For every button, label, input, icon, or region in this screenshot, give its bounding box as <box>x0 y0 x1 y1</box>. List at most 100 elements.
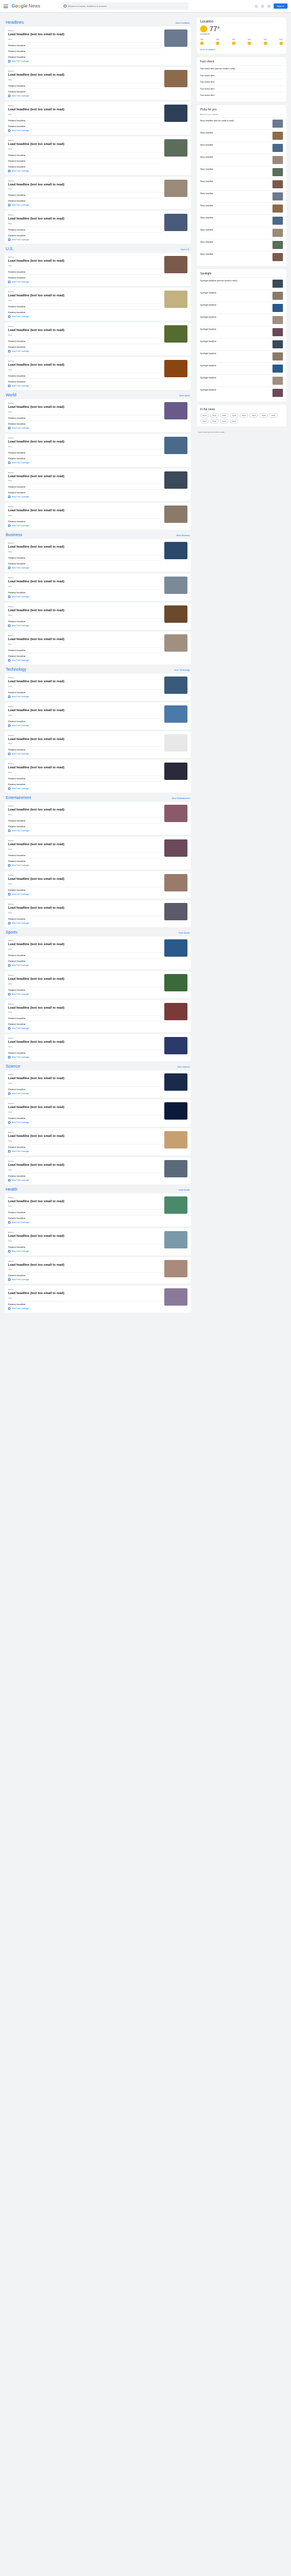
story-thumbnail[interactable] <box>164 734 187 752</box>
story-thumbnail[interactable] <box>164 436 187 454</box>
story-source[interactable]: Source <box>8 734 161 737</box>
story-headline[interactable]: Lead headline (text too small to read) <box>8 1235 161 1239</box>
full-coverage-link[interactable]: View Full Coverage <box>8 1278 161 1281</box>
story-source[interactable]: Source <box>8 839 161 842</box>
related-headline[interactable]: Related headline <box>8 491 161 494</box>
panel-item-headline[interactable]: Fact check item (text too small to read) <box>200 68 283 70</box>
story-thumbnail[interactable] <box>164 874 187 891</box>
related-headline[interactable]: Related headline <box>8 1146 161 1148</box>
story-headline[interactable]: Lead headline (text too small to read) <box>8 609 161 613</box>
panel-item-headline[interactable]: Story headline <box>200 253 271 261</box>
story-source[interactable]: Source <box>8 471 161 474</box>
panel-item-thumbnail[interactable] <box>272 328 283 336</box>
story-source[interactable]: Source <box>8 903 161 905</box>
panel-item-thumbnail[interactable] <box>272 352 283 360</box>
panel-item[interactable]: Spotlight headline <box>200 362 283 374</box>
story-source[interactable]: Source <box>8 139 161 142</box>
story-headline[interactable]: Lead headline (text too small to read) <box>8 977 161 982</box>
panel-item-thumbnail[interactable] <box>272 228 283 237</box>
full-coverage-link[interactable]: View Full Coverage <box>8 1221 161 1224</box>
story-source[interactable]: Source <box>8 325 161 328</box>
story-headline[interactable]: Lead headline (text too small to read) <box>8 1040 161 1044</box>
full-coverage-link[interactable]: View Full Coverage <box>8 169 161 172</box>
topic-chip[interactable]: Topic <box>240 412 249 418</box>
related-headline[interactable]: Related headline <box>8 457 161 460</box>
story-thumbnail[interactable] <box>164 1131 187 1148</box>
panel-item-headline[interactable]: Spotlight headline <box>200 304 271 312</box>
settings-icon[interactable] <box>260 4 264 8</box>
menu-icon[interactable] <box>3 4 8 8</box>
story-thumbnail[interactable] <box>164 1259 187 1277</box>
full-coverage-link[interactable]: View Full Coverage <box>8 384 161 387</box>
story-thumbnail[interactable] <box>164 1102 187 1120</box>
section-more-link[interactable]: More U.S. <box>181 248 190 251</box>
panel-item[interactable]: Story headline <box>200 250 283 263</box>
topic-chip[interactable]: Topic <box>210 412 219 418</box>
related-headline[interactable]: Related headline <box>8 748 161 751</box>
full-coverage-link[interactable]: View Full Coverage <box>8 787 161 790</box>
story-headline[interactable]: Lead headline (text too small to read) <box>8 406 161 410</box>
story-headline[interactable]: Lead headline (text too small to read) <box>8 638 161 642</box>
panel-item[interactable]: Fact check item (text too small to read) <box>200 65 283 72</box>
story-headline[interactable]: Lead headline (text too small to read) <box>8 1292 161 1296</box>
panel-item[interactable]: Spotlight headline <box>200 301 283 314</box>
topic-chip[interactable]: Topic <box>210 418 219 423</box>
panel-item[interactable]: Fact check item <box>200 72 283 79</box>
panel-item[interactable]: Spotlight headline (text too small to re… <box>200 277 283 289</box>
story-headline[interactable]: Lead headline (text too small to read) <box>8 680 161 684</box>
panel-item[interactable]: Story headline <box>200 129 283 142</box>
section-title[interactable]: Business <box>6 533 22 537</box>
story-thumbnail[interactable] <box>164 179 187 197</box>
story-headline[interactable]: Lead headline (text too small to read) <box>8 183 161 187</box>
panel-item-headline[interactable]: Fact check item <box>200 75 283 77</box>
related-headline[interactable]: Related headline <box>8 311 161 314</box>
story-headline[interactable]: Lead headline (text too small to read) <box>8 294 161 298</box>
related-headline[interactable]: Related headline <box>8 1211 161 1214</box>
section-more-link[interactable]: More Business <box>176 534 190 537</box>
full-coverage-link[interactable]: View Full Coverage <box>8 496 161 499</box>
story-headline[interactable]: Lead headline (text too small to read) <box>8 1164 161 1168</box>
related-headline[interactable]: Related headline <box>8 520 161 523</box>
related-headline[interactable]: Related headline <box>8 417 161 419</box>
panel-item[interactable]: Story headline <box>200 238 283 251</box>
full-coverage-link[interactable]: View Full Coverage <box>8 624 161 627</box>
panel-item-thumbnail[interactable] <box>272 279 283 288</box>
topic-chip[interactable]: Topic <box>220 412 229 418</box>
story-thumbnail[interactable] <box>164 805 187 823</box>
topic-chip[interactable]: Topic <box>249 412 259 418</box>
section-title[interactable]: Science <box>6 1065 20 1069</box>
related-headline[interactable]: Related headline <box>8 720 161 723</box>
panel-item-thumbnail[interactable] <box>272 291 283 300</box>
panel-item-headline[interactable]: Spotlight headline <box>200 352 271 360</box>
topic-chip[interactable]: Topic <box>230 418 239 423</box>
story-thumbnail[interactable] <box>164 359 187 377</box>
panel-item-headline[interactable]: Spotlight headline <box>200 365 271 373</box>
panel-item-headline[interactable]: Story headline <box>200 217 271 225</box>
topic-chip[interactable]: Topic <box>220 418 229 423</box>
related-headline[interactable]: Related headline <box>8 305 161 308</box>
story-source[interactable]: Source <box>8 974 161 976</box>
story-thumbnail[interactable] <box>164 214 187 232</box>
panel-item[interactable]: Story headline <box>200 214 283 226</box>
full-coverage-link[interactable]: View Full Coverage <box>8 525 161 527</box>
panel-item-thumbnail[interactable] <box>272 131 283 140</box>
related-headline[interactable]: Related headline <box>8 374 161 377</box>
story-headline[interactable]: Lead headline (text too small to read) <box>8 1135 161 1139</box>
story-source[interactable]: Source <box>8 1003 161 1005</box>
panel-item[interactable]: Story headline (text too small to read) <box>200 117 283 129</box>
section-more-link[interactable]: More Health <box>179 1189 190 1191</box>
story-thumbnail[interactable] <box>164 676 187 694</box>
section-more-link[interactable]: More Science <box>178 1066 190 1068</box>
story-source[interactable]: Source <box>8 214 161 216</box>
related-headline[interactable]: Related headline <box>8 854 161 857</box>
panel-item-headline[interactable]: Story headline <box>200 241 271 249</box>
story-thumbnail[interactable] <box>164 763 187 780</box>
story-thumbnail[interactable] <box>164 29 187 47</box>
story-headline[interactable]: Lead headline (text too small to read) <box>8 217 161 221</box>
full-coverage-link[interactable]: View Full Coverage <box>8 94 161 97</box>
panel-item-thumbnail[interactable] <box>272 216 283 225</box>
topic-chip[interactable]: Topic <box>259 412 268 418</box>
panel-item-headline[interactable]: Fact check item <box>200 81 283 84</box>
footer-links[interactable]: Footer links (text too small to read) <box>197 430 286 435</box>
panel-item-thumbnail[interactable] <box>272 340 283 348</box>
